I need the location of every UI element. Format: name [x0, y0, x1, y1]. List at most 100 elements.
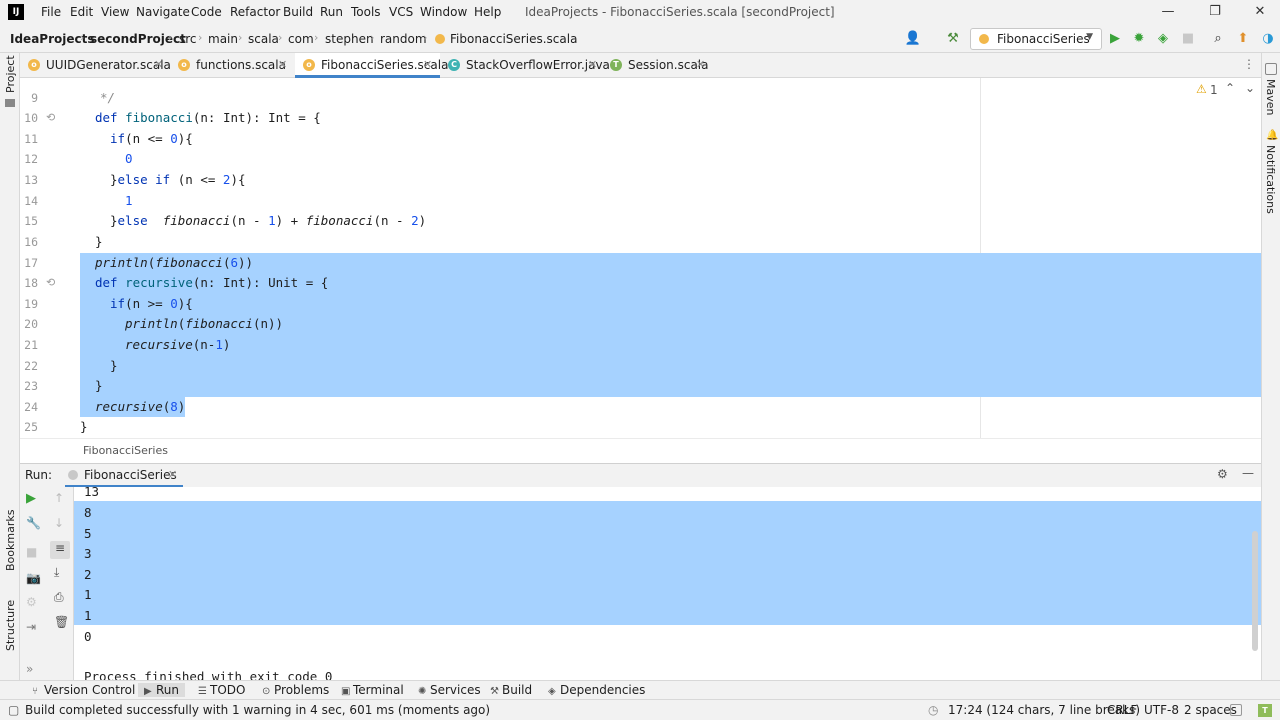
project-tool-button[interactable]: Project	[4, 55, 17, 93]
update-icon[interactable]: ⬆	[1234, 30, 1252, 48]
terminal-tool[interactable]: ▣ Terminal	[341, 683, 404, 697]
close-tab-icon[interactable]: ✕	[278, 58, 287, 71]
menu-edit[interactable]: Edit	[70, 5, 93, 19]
breadcrumb-scala[interactable]: scala	[248, 32, 279, 46]
version-control-tool[interactable]: ⑂ Version Control	[32, 683, 135, 697]
code-line: 25 }	[20, 417, 1261, 438]
bell-icon: 🔔	[1266, 130, 1279, 141]
wrench-icon[interactable]: 🔧	[26, 516, 41, 530]
chevron-right-icon: ›	[423, 31, 428, 44]
console-output[interactable]: 13 8 5 3 2 1 1 0 Process finished with e…	[74, 487, 1261, 680]
scala-object-icon	[979, 34, 989, 44]
tab-fibonacciseries[interactable]: o FibonacciSeries.scala ✕	[295, 53, 448, 78]
menu-code[interactable]: Code	[191, 5, 222, 19]
close-tab-icon[interactable]: ✕	[696, 58, 705, 71]
lock-icon[interactable]	[1230, 704, 1242, 716]
close-window-icon[interactable]: ✕	[1251, 3, 1269, 21]
expand-icon[interactable]: »	[26, 662, 33, 676]
settings-icon[interactable]: ⚙	[26, 595, 37, 609]
tool-label: Build	[502, 683, 533, 697]
services-tool[interactable]: ✺ Services	[418, 683, 481, 697]
breadcrumb-file[interactable]: FibonacciSeries.scala	[450, 32, 577, 46]
editor-breadcrumb[interactable]: FibonacciSeries	[83, 444, 168, 457]
menu-vcs[interactable]: VCS	[389, 5, 413, 19]
run-configuration-label: FibonacciSeries	[997, 32, 1090, 46]
code-with-me-icon[interactable]: ◑	[1259, 30, 1277, 48]
breadcrumb-stephen[interactable]: stephen	[325, 32, 374, 46]
chevron-up-icon[interactable]: ⌃	[1225, 81, 1235, 95]
run-configuration-select[interactable]: FibonacciSeries ▼	[970, 28, 1102, 50]
line-separator[interactable]: CRLF	[1107, 703, 1137, 717]
stop-icon[interactable]: ■	[1179, 30, 1197, 48]
chevron-down-icon[interactable]: ⌄	[1245, 81, 1255, 95]
warning-count[interactable]: 1	[1210, 83, 1218, 97]
code-text: println(fibonacci(6))	[95, 255, 254, 270]
tab-uuidgenerator[interactable]: o UUIDGenerator.scala ✕	[20, 53, 171, 78]
more-options-icon[interactable]: ⋮	[1243, 57, 1255, 71]
ide-features-icon[interactable]: T	[1258, 704, 1272, 717]
tab-session[interactable]: T Session.scala ✕	[602, 53, 712, 78]
soft-wrap-icon[interactable]: ≡	[50, 541, 70, 559]
run-tab-label[interactable]: FibonacciSeries	[84, 468, 177, 482]
run-tool[interactable]: ▶ Run	[138, 683, 186, 697]
hammer-icon[interactable]: ⚒	[944, 30, 962, 48]
close-tab-icon[interactable]: ✕	[588, 58, 597, 71]
menu-run[interactable]: Run	[320, 5, 343, 19]
menu-refactor[interactable]: Refactor	[230, 5, 280, 19]
scala-file-icon	[435, 34, 445, 44]
user-icon[interactable]: 👤	[904, 30, 922, 48]
stop-icon[interactable]: ■	[26, 545, 37, 559]
menu-tools[interactable]: Tools	[351, 5, 381, 19]
bookmarks-tool-button[interactable]: Bookmarks	[4, 510, 17, 571]
menu-window[interactable]: Window	[420, 5, 467, 19]
debug-icon[interactable]: ✹	[1130, 30, 1148, 48]
breadcrumb-src[interactable]: src	[179, 32, 197, 46]
menu-navigate[interactable]: Navigate	[136, 5, 190, 19]
build-tool[interactable]: ⚒ Build	[490, 683, 532, 697]
arrow-up-icon[interactable]: ↑	[54, 491, 64, 505]
restore-icon[interactable]: ❐	[1206, 3, 1224, 21]
scroll-to-end-icon[interactable]: ⤓	[54, 565, 59, 580]
console-scrollbar[interactable]	[1252, 531, 1258, 651]
close-run-tab-icon[interactable]: ✕	[168, 468, 177, 481]
rerun-icon[interactable]: ▶	[26, 491, 36, 506]
code-text: def fibonacci(n: Int): Int = {	[95, 110, 321, 125]
breadcrumb-com[interactable]: com	[288, 32, 314, 46]
problems-tool[interactable]: ⊙ Problems	[262, 683, 329, 697]
terminal-icon: ▣	[341, 686, 351, 697]
breadcrumb-random[interactable]: random	[380, 32, 427, 46]
menu-file[interactable]: File	[41, 5, 61, 19]
camera-icon[interactable]: 📷	[26, 571, 41, 585]
print-icon[interactable]: ⎙	[54, 590, 64, 605]
minimize-panel-icon[interactable]: —	[1242, 466, 1254, 480]
gear-icon[interactable]: ⚙	[1217, 467, 1228, 481]
notifications-tool-button[interactable]: Notifications	[1264, 145, 1277, 214]
indent-setting[interactable]: 2 spaces	[1184, 703, 1237, 717]
todo-tool[interactable]: ☰ TODO	[198, 683, 245, 697]
coverage-icon[interactable]: ◈	[1154, 30, 1172, 48]
run-panel-label: Run:	[25, 468, 53, 482]
trash-icon[interactable]: 🗑	[54, 615, 69, 629]
code-editor[interactable]: 9 */ 10 ⟲ def fibonacci(n: Int): Int = {…	[20, 78, 1261, 438]
run-icon[interactable]: ▶	[1106, 30, 1124, 48]
menu-view[interactable]: View	[101, 5, 129, 19]
breadcrumb-main[interactable]: main	[208, 32, 238, 46]
search-icon[interactable]: ⌕	[1209, 30, 1227, 48]
menu-help[interactable]: Help	[474, 5, 501, 19]
menu-build[interactable]: Build	[283, 5, 313, 19]
minimize-icon[interactable]: —	[1159, 3, 1177, 21]
close-tab-icon[interactable]: ✕	[423, 58, 432, 71]
maven-tool-button[interactable]: Maven	[1264, 79, 1277, 115]
line-number: 15	[24, 214, 38, 228]
dependencies-tool[interactable]: ◈ Dependencies	[548, 683, 645, 697]
exit-icon[interactable]: ⇥	[26, 620, 36, 634]
structure-tool-button[interactable]: Structure	[4, 600, 17, 651]
warning-icon[interactable]: ⚠	[1196, 82, 1207, 96]
file-encoding[interactable]: UTF-8	[1144, 703, 1179, 717]
close-tab-icon[interactable]: ✕	[154, 58, 163, 71]
build-status-message[interactable]: Build completed successfully with 1 warn…	[25, 703, 490, 717]
arrow-down-icon[interactable]: ↓	[54, 516, 64, 530]
tab-stackoverflowerror[interactable]: C StackOverflowError.java ✕	[440, 53, 610, 78]
tab-functions[interactable]: o functions.scala ✕	[170, 53, 295, 78]
output-line: 1	[84, 608, 92, 623]
